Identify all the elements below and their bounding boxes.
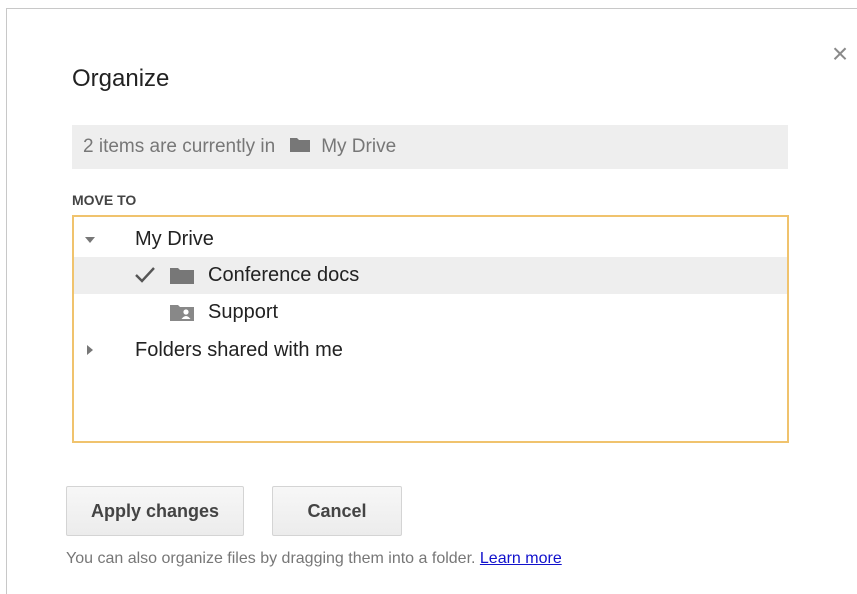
tree-item-my-drive[interactable]: My Drive	[74, 221, 787, 258]
footer-text: You can also organize files by dragging …	[66, 550, 476, 567]
cancel-button[interactable]: Cancel	[272, 486, 402, 536]
checkmark-icon	[134, 266, 156, 290]
close-icon[interactable]: ×	[827, 40, 853, 68]
dialog-title: Organize	[72, 65, 170, 92]
folder-tree[interactable]: My Drive Conference docs Support Folders…	[72, 215, 789, 443]
tree-item-shared-with-me[interactable]: Folders shared with me	[74, 332, 787, 369]
folder-icon	[289, 135, 311, 159]
expand-arrow-down-icon[interactable]	[85, 237, 95, 243]
folder-icon	[169, 265, 195, 291]
shared-folder-icon	[169, 302, 195, 328]
tree-item-conference-docs[interactable]: Conference docs	[74, 257, 787, 294]
tree-item-label: Support	[208, 301, 279, 323]
learn-more-link[interactable]: Learn more	[480, 550, 562, 567]
current-location-folder: My Drive	[321, 136, 397, 157]
current-location-text: 2 items are currently in	[83, 136, 276, 157]
footer-hint: You can also organize files by dragging …	[66, 550, 562, 568]
tree-item-label: My Drive	[135, 228, 214, 250]
apply-changes-button[interactable]: Apply changes	[66, 486, 244, 536]
current-location-bar: 2 items are currently in My Drive	[72, 125, 788, 169]
tree-item-label: Conference docs	[208, 264, 360, 286]
expand-arrow-right-icon[interactable]	[87, 345, 93, 355]
move-to-label: MOVE TO	[72, 192, 137, 208]
tree-item-label: Folders shared with me	[135, 339, 343, 361]
organize-dialog: × Organize 2 items are currently in My D…	[6, 8, 857, 594]
tree-item-support[interactable]: Support	[74, 294, 787, 331]
